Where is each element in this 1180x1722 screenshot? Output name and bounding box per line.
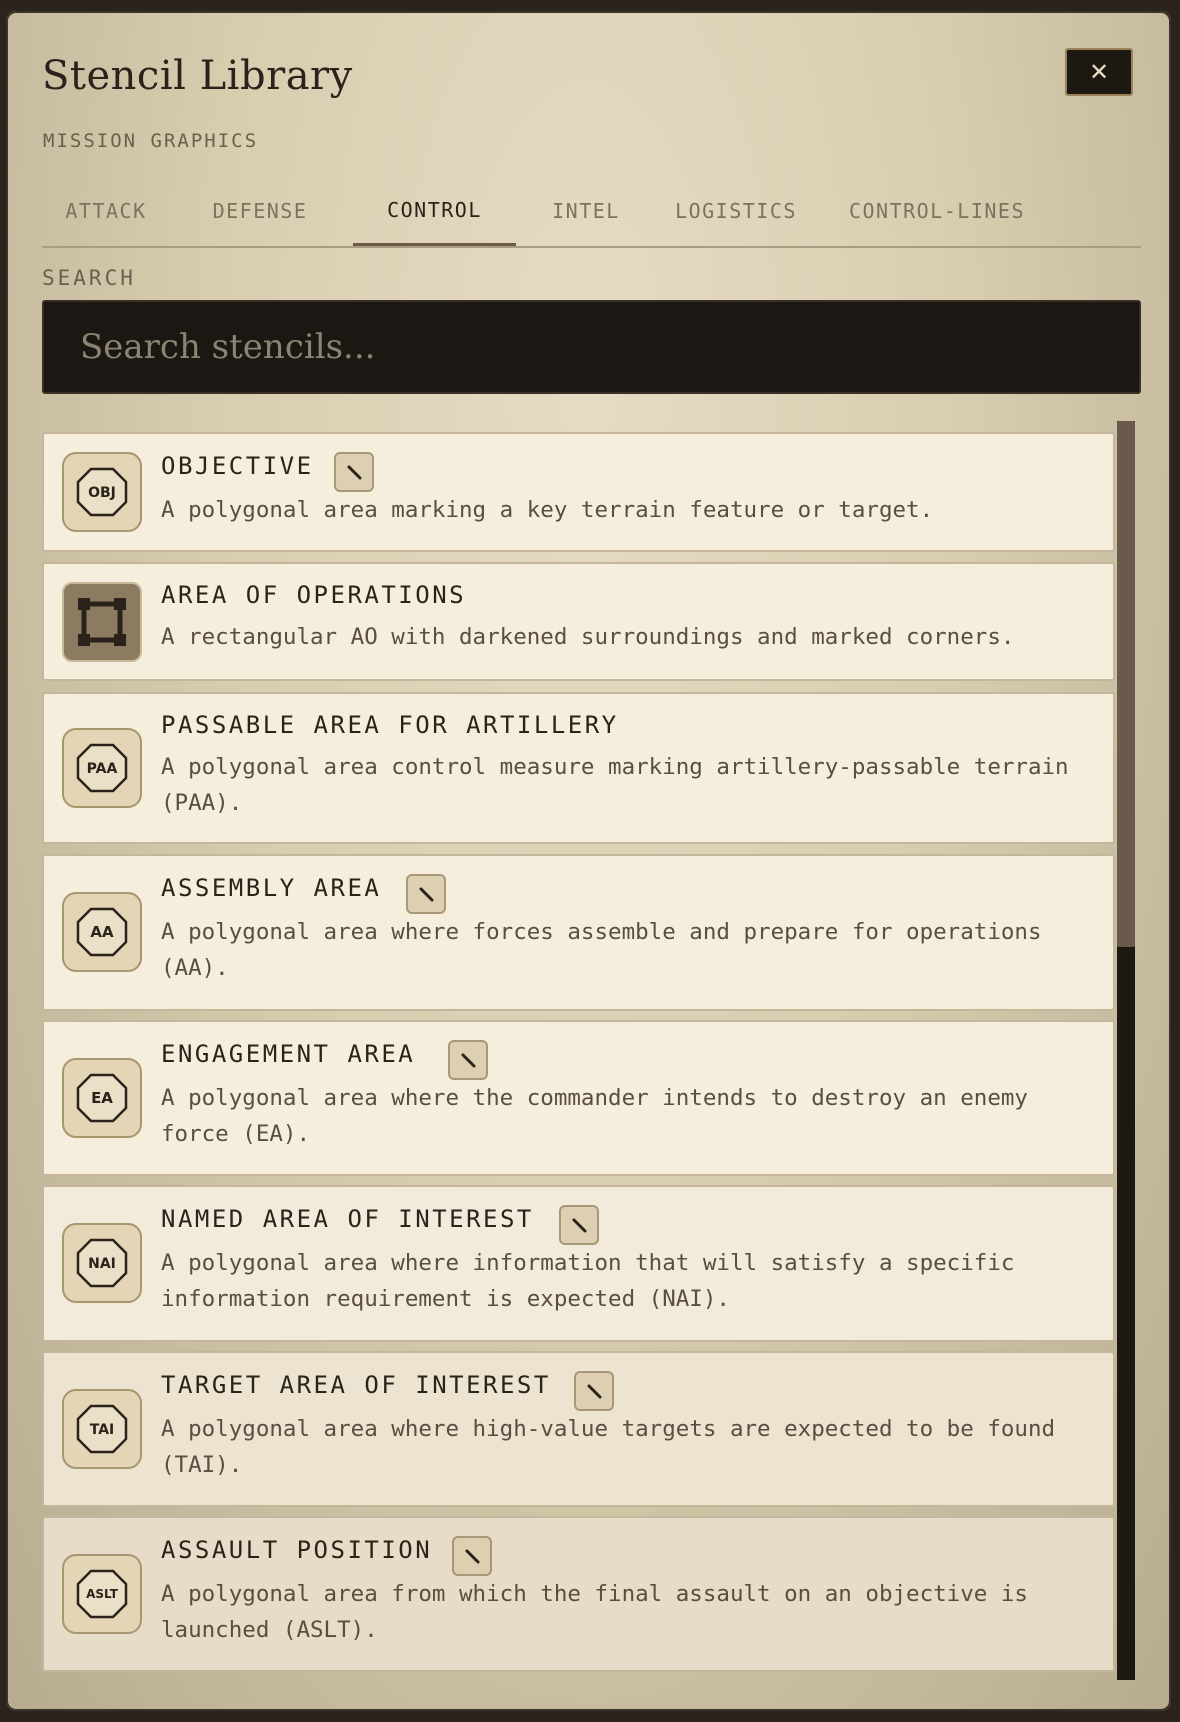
stencil-icon-label: ASLT	[86, 1587, 119, 1601]
close-button[interactable]: ✕	[1065, 48, 1133, 96]
octagon-icon: ASLT	[62, 1554, 142, 1634]
octagon-icon: NAI	[62, 1223, 142, 1303]
stencil-library-dialog: Stencil Library MISSION GRAPHICS ✕ ATTAC…	[6, 11, 1171, 1711]
stencil-description: A polygonal area where forces assemble a…	[161, 919, 1042, 981]
stencil-name: PASSABLE AREA FOR ARTILLERY	[161, 711, 619, 739]
edit-button[interactable]	[452, 1536, 492, 1576]
stencil-description: A polygonal area control measure marking…	[161, 754, 1069, 816]
stencil-name: NAMED AREA OF INTEREST	[161, 1205, 534, 1233]
tab-intel[interactable]: INTEL	[530, 176, 642, 246]
search-label: SEARCH	[42, 266, 136, 290]
dialog-subtitle: MISSION GRAPHICS	[43, 130, 259, 152]
octagon-icon: EA	[62, 1058, 142, 1138]
tab-defense[interactable]: DEFENSE	[180, 176, 340, 246]
edit-button[interactable]	[559, 1205, 599, 1245]
stencil-description: A polygonal area where information that …	[161, 1250, 1015, 1312]
pencil-icon	[465, 1549, 480, 1564]
stencil-description: A polygonal area where the commander int…	[161, 1085, 1028, 1147]
stencil-description: A polygonal area from which the final as…	[161, 1581, 1028, 1643]
dialog-title: Stencil Library	[42, 53, 353, 99]
stencil-card-named-area-of-interest[interactable]: NAI NAMED AREA OF INTEREST A polygonal a…	[42, 1185, 1115, 1342]
octagon-icon: OBJ	[62, 452, 142, 532]
close-icon: ✕	[1088, 58, 1110, 86]
stencil-description: A polygonal area where high-value target…	[161, 1416, 1056, 1478]
stencil-name: TARGET AREA OF INTEREST	[161, 1371, 551, 1399]
octagon-icon: AA	[62, 892, 142, 972]
pencil-icon	[572, 1218, 587, 1233]
list-scrollbar[interactable]	[1117, 421, 1135, 1680]
stencil-icon-label: OBJ	[88, 485, 116, 501]
tab-control[interactable]: CONTROL	[353, 176, 516, 246]
pencil-icon	[347, 465, 362, 480]
stencil-name: ASSAULT POSITION	[161, 1536, 433, 1564]
octagon-icon: TAI	[62, 1389, 142, 1469]
rectangle-corners-icon	[62, 582, 142, 662]
stencil-description: A rectangular AO with darkened surroundi…	[161, 624, 1015, 650]
stencil-card-objective[interactable]: OBJ OBJECTIVE A polygonal area marking a…	[42, 432, 1115, 552]
stencil-card-target-area-of-interest[interactable]: TAI TARGET AREA OF INTEREST A polygonal …	[42, 1351, 1115, 1507]
stencil-card-passable-area-for-artillery[interactable]: PAA PASSABLE AREA FOR ARTILLERY A polygo…	[42, 692, 1115, 844]
edit-button[interactable]	[448, 1040, 488, 1080]
pencil-icon	[419, 887, 434, 902]
search-input[interactable]	[42, 300, 1141, 394]
edit-button[interactable]	[574, 1371, 614, 1411]
stencil-icon-label: EA	[91, 1089, 113, 1107]
stencil-icon-label: PAA	[87, 761, 118, 777]
stencil-card-area-of-operations[interactable]: AREA OF OPERATIONS A rectangular AO with…	[42, 562, 1115, 681]
pencil-icon	[461, 1053, 476, 1068]
stencil-description: A polygonal area marking a key terrain f…	[161, 497, 934, 523]
category-tabs: ATTACK DEFENSE CONTROL INTEL LOGISTICS C…	[42, 176, 1141, 248]
scrollbar-thumb[interactable]	[1117, 421, 1135, 947]
stencil-name: ENGAGEMENT AREA	[161, 1040, 416, 1068]
stencil-card-engagement-area[interactable]: EA ENGAGEMENT AREA A polygonal area wher…	[42, 1020, 1115, 1176]
stencil-icon-label: TAI	[90, 1422, 115, 1438]
tab-control-lines[interactable]: CONTROL-LINES	[830, 176, 1044, 246]
stencil-icon-label: AA	[90, 923, 114, 941]
stencil-list: OBJ OBJECTIVE A polygonal area marking a…	[42, 421, 1115, 1681]
stencil-name: ASSEMBLY AREA	[161, 874, 382, 902]
octagon-icon: PAA	[62, 728, 142, 808]
pencil-icon	[587, 1384, 602, 1399]
stencil-icon-label: NAI	[88, 1256, 116, 1272]
stencil-name: OBJECTIVE	[161, 452, 314, 480]
tab-logistics[interactable]: LOGISTICS	[656, 176, 816, 246]
stencil-card-assembly-area[interactable]: AA ASSEMBLY AREA A polygonal area where …	[42, 854, 1115, 1011]
tab-attack[interactable]: ATTACK	[42, 176, 170, 246]
edit-button[interactable]	[406, 874, 446, 914]
stencil-card-assault-position[interactable]: ASLT ASSAULT POSITION A polygonal area f…	[42, 1516, 1115, 1672]
edit-button[interactable]	[334, 452, 374, 492]
stencil-name: AREA OF OPERATIONS	[161, 581, 467, 609]
